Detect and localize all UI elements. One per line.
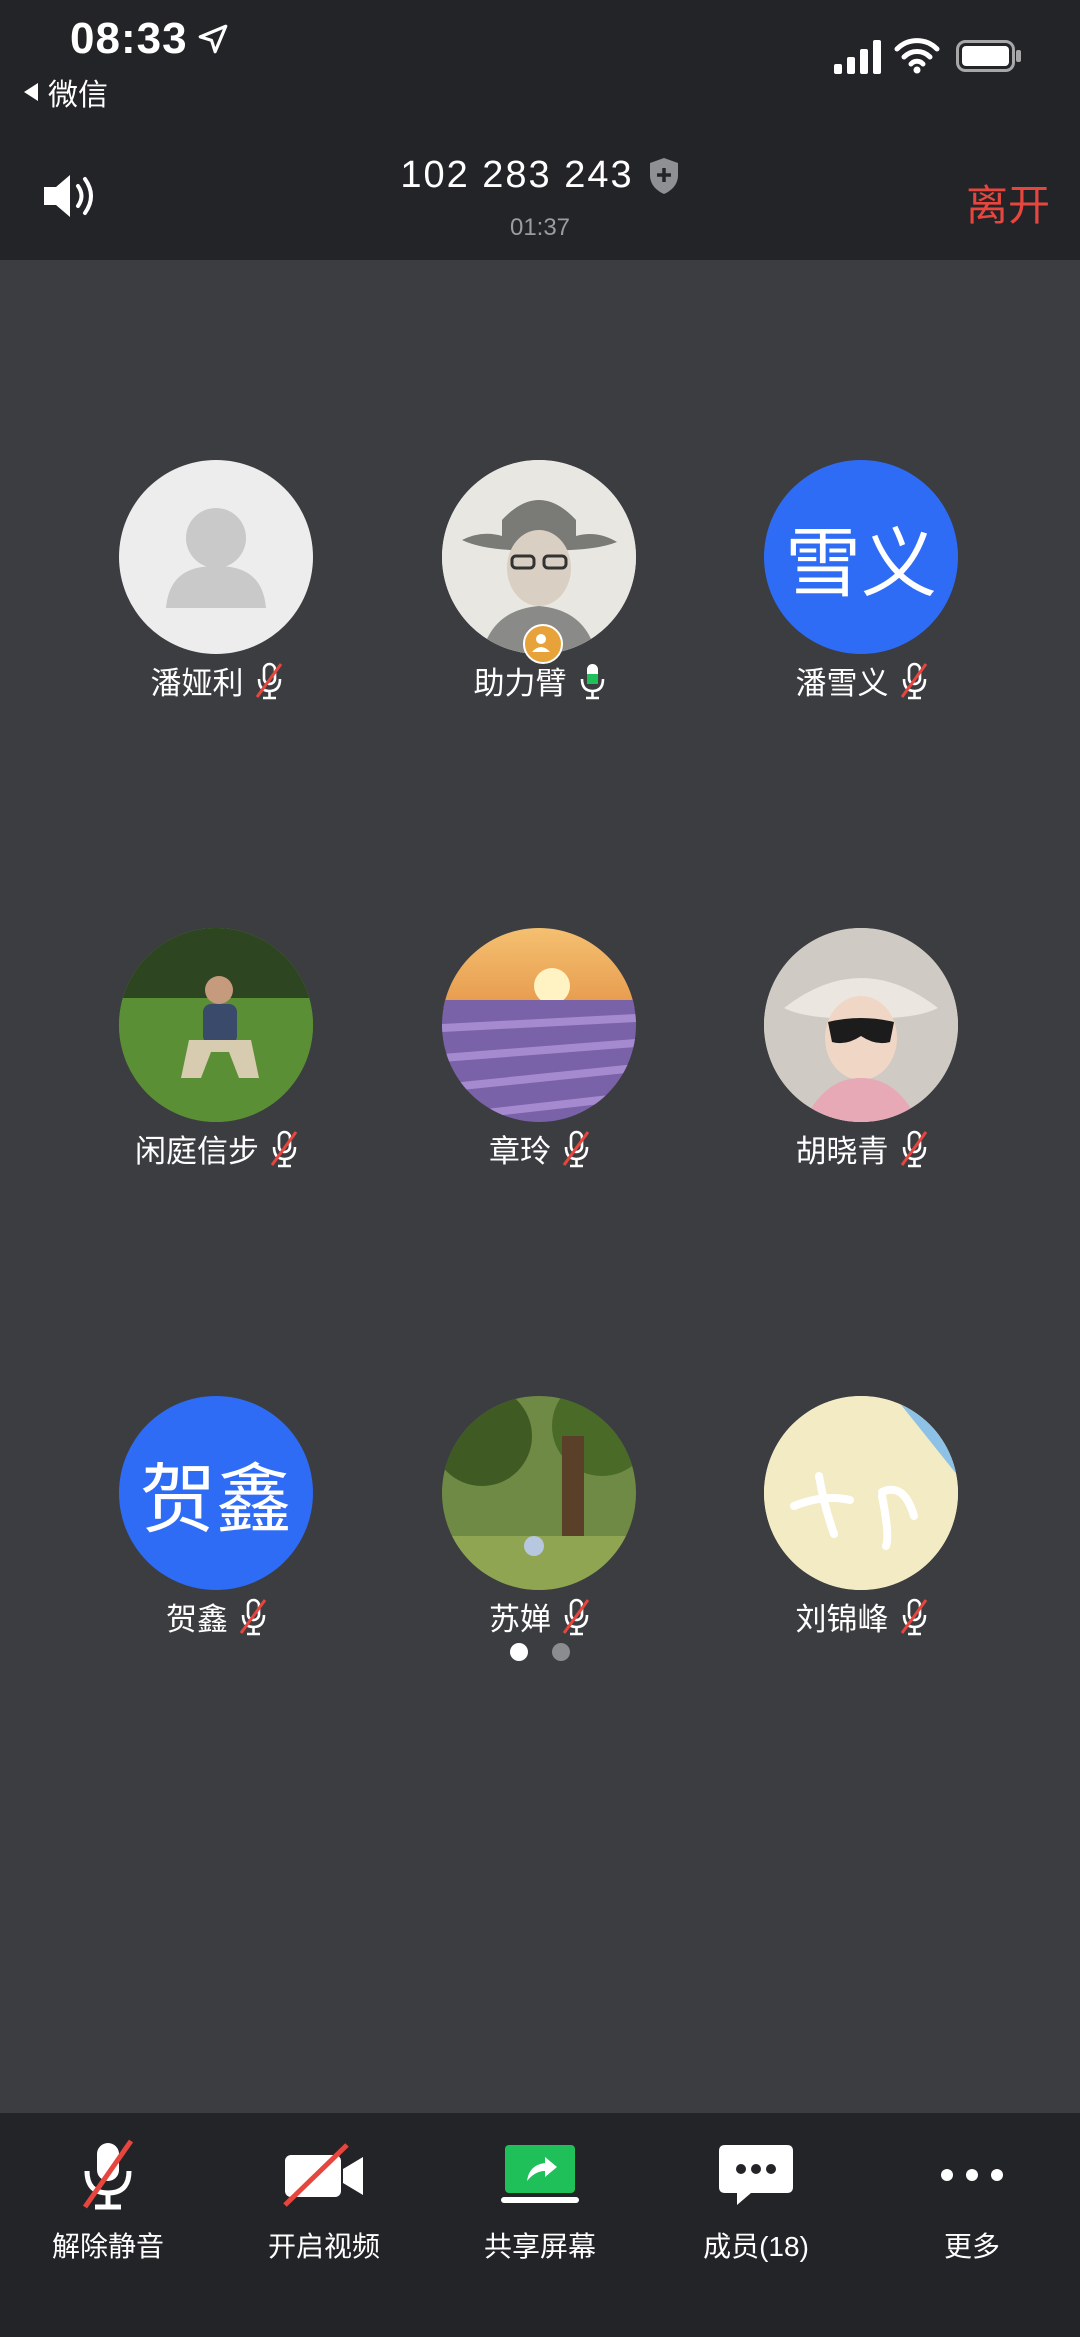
- participant-name: 苏婵: [489, 1602, 551, 1637]
- default-avatar-icon: [119, 460, 313, 654]
- participant-name: 潘娅利: [150, 666, 244, 701]
- more-button[interactable]: 更多: [864, 2137, 1080, 2265]
- participant-tile[interactable]: 贺鑫 贺鑫: [57, 1396, 377, 1656]
- participant-avatar-photo: [119, 928, 313, 1122]
- meeting-id: 102 283 243: [400, 154, 634, 196]
- mic-muted-icon: [900, 1598, 927, 1635]
- location-arrow-icon: [198, 24, 228, 54]
- page-dot-active[interactable]: [510, 1643, 528, 1661]
- participant-name-row: 苏婵: [380, 1594, 700, 1639]
- participant-name: 闲庭信步: [135, 1134, 259, 1169]
- back-arrow-icon: [24, 83, 38, 101]
- mic-muted-icon: [270, 1130, 298, 1167]
- mic-active-icon: [580, 663, 604, 699]
- participant-name-row: 贺鑫: [57, 1594, 377, 1639]
- share-screen-label: 共享屏幕: [483, 2231, 596, 2262]
- participant-name-row: 刘锦峰: [702, 1594, 1022, 1639]
- back-label: 微信: [48, 79, 108, 112]
- page-indicator[interactable]: [0, 1643, 1080, 1661]
- participant-avatar-photo: [764, 1396, 958, 1590]
- avatar-initials: 雪义: [785, 522, 937, 607]
- status-time: 08:33: [70, 14, 188, 63]
- mic-muted-icon: [562, 1130, 590, 1167]
- start-video-label: 开启视频: [267, 2231, 380, 2262]
- participant-name: 助力臂: [473, 666, 567, 701]
- page-dot[interactable]: [552, 1643, 570, 1661]
- cellular-signal-icon: [834, 40, 881, 74]
- mic-muted-icon: [900, 1130, 927, 1167]
- participant-name-row: 助力臂: [380, 658, 700, 703]
- meeting-duration: 01:37: [509, 214, 571, 241]
- mic-muted-icon: [900, 662, 927, 699]
- participant-name-row: 闲庭信步: [57, 1126, 377, 1171]
- meeting-toolbar: 解除静音 开启视频 共享屏幕 成员(18) 更多: [0, 2113, 1080, 2337]
- more-label: 更多: [943, 2231, 1000, 2262]
- participant-name-row: 潘娅利: [57, 658, 377, 703]
- share-screen-icon: [501, 2145, 579, 2203]
- unmute-button[interactable]: 解除静音: [0, 2137, 216, 2265]
- participant-name: 刘锦峰: [795, 1602, 889, 1637]
- members-button[interactable]: 成员(18): [648, 2137, 864, 2265]
- participant-name-row: 潘雪义: [702, 658, 1022, 703]
- members-chat-icon: [719, 2145, 793, 2205]
- share-screen-button[interactable]: 共享屏幕: [432, 2137, 648, 2265]
- participant-avatar-text: 雪义: [764, 460, 958, 654]
- participant-tile[interactable]: 苏婵: [380, 1396, 700, 1656]
- avatar-initials: 贺鑫: [140, 1458, 292, 1543]
- back-to-wechat[interactable]: 微信: [24, 70, 108, 114]
- participant-tile[interactable]: 章玲: [380, 928, 700, 1188]
- unmute-label: 解除静音: [51, 2231, 164, 2262]
- participant-avatar-photo: [442, 928, 636, 1122]
- video-off-icon: [283, 2143, 363, 2207]
- mic-muted-icon: [239, 1598, 267, 1635]
- mic-muted-icon: [255, 662, 282, 699]
- participant-name-row: 胡晓青: [702, 1126, 1022, 1171]
- participant-tile[interactable]: 雪义 潘雪义: [702, 460, 1022, 720]
- more-dots-icon: [941, 2169, 1003, 2181]
- security-shield-icon: [649, 157, 678, 194]
- status-bar: 08:33 微信: [0, 0, 1080, 130]
- participant-tile[interactable]: 刘锦峰: [702, 1396, 1022, 1656]
- start-video-button[interactable]: 开启视频: [216, 2137, 432, 2265]
- participant-tile[interactable]: 闲庭信步: [57, 928, 377, 1188]
- meeting-header: 102 283 243 01:37 离开: [0, 130, 1080, 260]
- participant-name: 胡晓青: [795, 1134, 889, 1169]
- participant-avatar-photo: [442, 1396, 636, 1590]
- mic-muted-icon: [82, 2139, 134, 2210]
- participant-tile[interactable]: 胡晓青: [702, 928, 1022, 1188]
- participant-avatar-photo: [764, 928, 958, 1122]
- participant-name: 潘雪义: [795, 666, 889, 701]
- participant-tile[interactable]: 潘娅利: [57, 460, 377, 720]
- leave-button[interactable]: 离开: [966, 172, 1050, 233]
- mic-muted-icon: [562, 1598, 590, 1635]
- participant-tile[interactable]: 助力臂: [380, 460, 700, 720]
- wifi-icon: [894, 38, 940, 74]
- battery-icon: [956, 40, 1021, 72]
- members-label: 成员(18): [703, 2231, 809, 2262]
- participant-name: 章玲: [489, 1134, 551, 1169]
- meeting-id-row[interactable]: 102 283 243: [0, 154, 1080, 197]
- participant-name-row: 章玲: [380, 1126, 700, 1171]
- participant-name: 贺鑫: [166, 1602, 228, 1637]
- participant-avatar-text: 贺鑫: [119, 1396, 313, 1590]
